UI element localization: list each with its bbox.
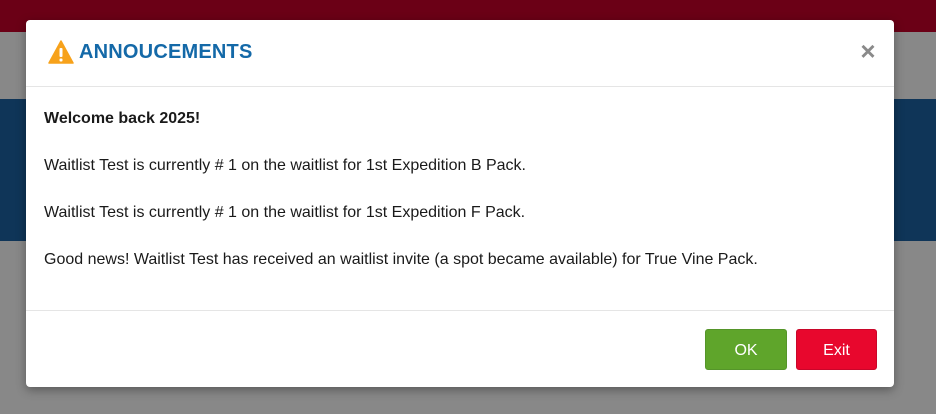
- modal-footer: OK Exit: [26, 310, 894, 387]
- modal-title: ANNOUCEMENTS: [79, 41, 253, 63]
- welcome-heading: Welcome back 2025!: [44, 110, 201, 127]
- announcements-modal: ANNOUCEMENTS × Welcome back 2025! Waitli…: [26, 20, 894, 387]
- modal-header: ANNOUCEMENTS ×: [26, 20, 894, 87]
- ok-button[interactable]: OK: [705, 329, 787, 370]
- announcement-message: Waitlist Test is currently # 1 on the wa…: [44, 157, 526, 174]
- close-icon[interactable]: ×: [856, 37, 880, 65]
- warning-icon: [48, 40, 74, 64]
- announcement-message: Good news! Waitlist Test has received an…: [44, 251, 758, 268]
- announcement-message: Waitlist Test is currently # 1 on the wa…: [44, 204, 526, 221]
- exit-button[interactable]: Exit: [796, 329, 877, 370]
